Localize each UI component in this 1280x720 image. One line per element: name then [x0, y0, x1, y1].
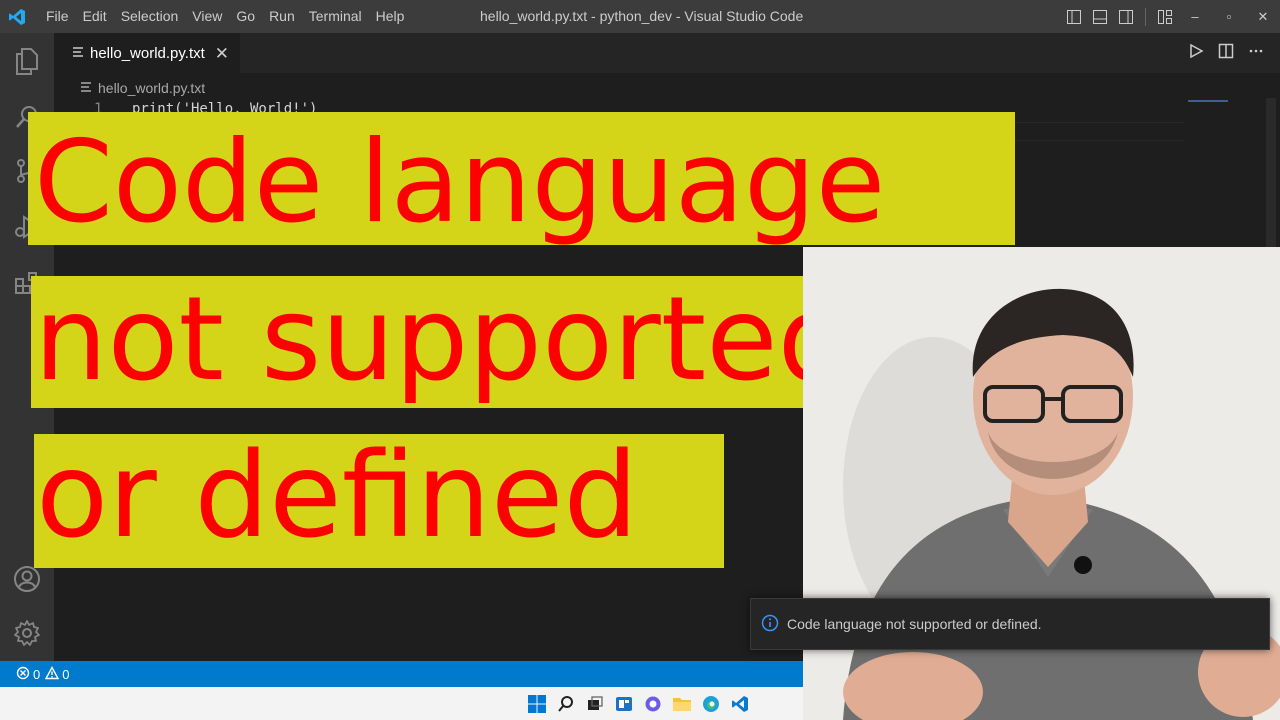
- vertical-scrollbar[interactable]: [1266, 98, 1276, 248]
- split-editor-icon[interactable]: [1218, 43, 1234, 64]
- warning-icon: [45, 665, 62, 683]
- settings-gear-icon[interactable]: [0, 609, 54, 657]
- menu-help[interactable]: Help: [369, 0, 412, 33]
- warning-count: 0: [62, 666, 70, 682]
- menu-selection[interactable]: Selection: [114, 0, 186, 33]
- error-icon: [16, 666, 33, 683]
- file-explorer-icon[interactable]: [671, 693, 693, 715]
- widgets-icon[interactable]: [613, 693, 635, 715]
- more-icon[interactable]: [1248, 43, 1264, 64]
- explorer-icon[interactable]: [0, 37, 54, 85]
- title-controls: – ▫ ✕: [1061, 0, 1280, 33]
- menu-run[interactable]: Run: [262, 0, 302, 33]
- windows-taskbar: [0, 687, 803, 720]
- menu-go[interactable]: Go: [229, 0, 262, 33]
- problems-status[interactable]: 0 0: [16, 665, 70, 683]
- taskbar-search-icon[interactable]: [555, 693, 577, 715]
- minimap[interactable]: [1188, 100, 1228, 102]
- editor-actions: [1188, 33, 1264, 73]
- menu-view[interactable]: View: [185, 0, 229, 33]
- editor-tabs-bar: hello_world.py.txt ✕: [54, 33, 1280, 73]
- breadcrumb-file: hello_world.py.txt: [98, 80, 206, 96]
- tab-hello-world[interactable]: hello_world.py.txt ✕: [54, 33, 240, 73]
- caption-line-3: or defined: [34, 434, 724, 568]
- menu-file[interactable]: File: [39, 0, 76, 33]
- windows-start-icon[interactable]: [526, 693, 548, 715]
- menu-terminal[interactable]: Terminal: [302, 0, 369, 33]
- window-title: hello_world.py.txt - python_dev - Visual…: [480, 8, 804, 24]
- title-bar: File Edit Selection View Go Run Terminal…: [0, 0, 1280, 33]
- breadcrumb[interactable]: hello_world.py.txt: [80, 78, 205, 98]
- task-view-icon[interactable]: [584, 693, 606, 715]
- info-icon: [761, 614, 779, 635]
- notification-message: Code language not supported or defined.: [787, 616, 1042, 632]
- chat-icon[interactable]: [642, 693, 664, 715]
- toggle-panel-icon[interactable]: [1087, 0, 1113, 33]
- plain-text-file-icon: [72, 45, 84, 62]
- vscode-logo[interactable]: [0, 0, 33, 33]
- error-count: 0: [33, 666, 41, 682]
- restore-button[interactable]: ▫: [1212, 0, 1246, 33]
- close-window-button[interactable]: ✕: [1246, 0, 1280, 33]
- menu-bar: File Edit Selection View Go Run Terminal…: [39, 0, 411, 33]
- caption-line-1: Code language: [28, 112, 1015, 245]
- customize-layout-icon[interactable]: [1152, 0, 1178, 33]
- edge-browser-icon[interactable]: [700, 693, 722, 715]
- close-icon[interactable]: ✕: [215, 44, 229, 64]
- run-icon[interactable]: [1188, 43, 1204, 64]
- status-bar: 0 0: [0, 661, 803, 687]
- menu-edit[interactable]: Edit: [76, 0, 114, 33]
- minimize-button[interactable]: –: [1178, 0, 1212, 33]
- toggle-secondary-sidebar-icon[interactable]: [1113, 0, 1139, 33]
- vscode-taskbar-icon[interactable]: [729, 693, 751, 715]
- tab-label: hello_world.py.txt: [90, 45, 205, 62]
- title-separator: [1145, 7, 1146, 26]
- toggle-primary-sidebar-icon[interactable]: [1061, 0, 1087, 33]
- info-notification[interactable]: Code language not supported or defined.: [750, 598, 1270, 650]
- plain-text-file-icon: [80, 80, 92, 96]
